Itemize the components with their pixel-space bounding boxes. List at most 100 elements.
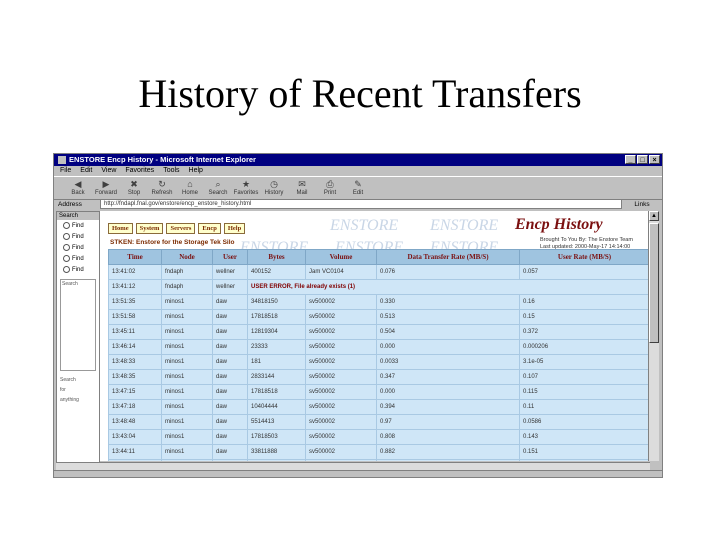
cell-volume: sv500002 [305, 324, 377, 340]
table-row: 13:51:58 minos1 daw 17818518 sv500002 0.513 0.… [108, 309, 650, 325]
cell-user: wellner [212, 264, 248, 280]
cell-user-rate: 0.107 [519, 369, 650, 385]
cell-data-rate: 0.0033 [376, 354, 520, 370]
cell-data-rate: 0.394 [376, 399, 520, 415]
search-pane: Search Find Find Find Find Find Search S… [56, 211, 100, 463]
search-option[interactable]: Find [57, 264, 99, 275]
cell-volume: sv500002 [305, 429, 377, 445]
cell-time: 13:43:04 [108, 429, 162, 445]
window-titlebar: ENSTORE Encp History - Microsoft Interne… [54, 154, 662, 166]
col-user: User [212, 249, 248, 265]
slide-title: History of Recent Transfers [138, 71, 582, 116]
menu-edit[interactable]: Edit [80, 166, 92, 176]
search-option[interactable]: Find [57, 231, 99, 242]
nav-system[interactable]: System [135, 223, 164, 234]
cell-time: 13:41:12 [108, 279, 162, 295]
menu-tools[interactable]: Tools [163, 166, 179, 176]
back-button[interactable]: ◀ Back [64, 177, 92, 199]
home-button[interactable]: ⌂ Home [176, 177, 204, 199]
nav-home[interactable]: Home [108, 223, 133, 234]
close-icon[interactable]: × [649, 155, 660, 164]
cell-node: minos1 [161, 294, 213, 310]
col-time: Time [108, 249, 162, 265]
cell-volume: sv500002 [305, 339, 377, 355]
history-table: Time Node User Bytes Volume Data Transfe… [108, 249, 650, 461]
cell-node: minos1 [161, 369, 213, 385]
cell-volume: sv500002 [305, 384, 377, 400]
search-option[interactable]: Find [57, 253, 99, 264]
cell-user: daw [212, 384, 248, 400]
cell-node: minos1 [161, 339, 213, 355]
cell-user-rate: 3.1e-05 [519, 354, 650, 370]
stop-button[interactable]: ✖ Stop [120, 177, 148, 199]
search-button[interactable]: ⌕ Search [204, 177, 232, 199]
cell-time: 13:47:15 [108, 384, 162, 400]
menu-help[interactable]: Help [189, 166, 203, 176]
table-body: 13:41:02 fndaph wellner 400152 Jam VC0104 0.0… [108, 264, 650, 461]
links-button[interactable]: Links [622, 201, 662, 208]
nav-servers[interactable]: Servers [166, 223, 196, 234]
cell-user: daw [212, 294, 248, 310]
search-pane-header: Search [57, 212, 99, 220]
cell-data-rate: 0.808 [376, 429, 520, 445]
cell-time: 13:41:02 [108, 264, 162, 280]
history-button[interactable]: ◷ History [260, 177, 288, 199]
enstore-watermark: ENSTORE [330, 217, 399, 234]
search-option[interactable]: Find [57, 242, 99, 253]
scroll-thumb[interactable] [649, 223, 659, 343]
maximize-icon[interactable]: □ [637, 155, 648, 164]
cell-bytes: 17811399 [247, 459, 306, 461]
cell-data-rate: 0.0.0 [376, 459, 520, 461]
scroll-up-icon[interactable]: ▲ [649, 211, 659, 221]
back-icon: ◀ [74, 178, 82, 189]
refresh-button[interactable]: ↻ Refresh [148, 177, 176, 199]
forward-button[interactable]: ▶ Forward [92, 177, 120, 199]
mail-button[interactable]: ✉ Mail [288, 177, 316, 199]
print-button[interactable]: ⎙ Print [316, 177, 344, 199]
menu-file[interactable]: File [60, 166, 71, 176]
cell-user-rate: 0.0586 [519, 414, 650, 430]
cell-user: daw [212, 324, 248, 340]
cell-bytes: 23333 [247, 339, 306, 355]
nav-help[interactable]: Help [223, 223, 246, 234]
favorites-button[interactable]: ★ Favorites [232, 177, 260, 199]
col-data-rate: Data Transfer Rate (MB/S) [376, 249, 520, 265]
menu-favorites[interactable]: Favorites [125, 166, 154, 176]
cell-user: daw [212, 459, 248, 461]
cell-user-rate: 0.143 [519, 429, 650, 445]
cell-volume: sv500002 [305, 294, 377, 310]
edit-icon: ✎ [354, 178, 362, 189]
cell-user: daw [212, 444, 248, 460]
cell-time: 13:46:14 [108, 339, 162, 355]
radio-icon [63, 222, 70, 229]
radio-icon [63, 255, 70, 262]
mail-icon: ✉ [298, 178, 306, 189]
address-input[interactable]: http://fndapl.fnal.gov/enstore/encp_enst… [100, 199, 622, 209]
cell-user: daw [212, 369, 248, 385]
minimize-icon[interactable]: _ [625, 155, 636, 164]
cell-user: daw [212, 354, 248, 370]
page-heading: Encp History [515, 216, 603, 233]
search-option[interactable]: Find [57, 220, 99, 231]
search-box[interactable]: Search [60, 279, 96, 371]
table-row: 13:41:02 fndaph wellner 400152 Jam VC0104 0.0… [108, 264, 650, 280]
cell-bytes: 400152 [247, 264, 306, 280]
page-nav: Home System Servers Encp Help [108, 223, 246, 234]
page-subtitle: STKEN: Enstore for the Storage Tek Silo [110, 239, 235, 246]
cell-node: minos1 [161, 414, 213, 430]
cell-data-rate: 0.000 [376, 384, 520, 400]
col-user-rate: User Rate (MB/S) [519, 249, 650, 265]
enstore-watermark: ENSTORE [430, 217, 499, 234]
cell-time: 13:44:11 [108, 444, 162, 460]
vertical-scrollbar[interactable]: ▲ [648, 211, 659, 461]
menu-view[interactable]: View [101, 166, 116, 176]
nav-encp[interactable]: Encp [198, 223, 221, 234]
cell-user-rate: 0.115 [519, 384, 650, 400]
edit-button[interactable]: ✎ Edit [344, 177, 372, 199]
address-label: Address [58, 200, 82, 208]
table-row: 13:51:35 minos1 daw 34818150 sv500002 0.330 0.… [108, 294, 650, 310]
history-icon: ◷ [270, 178, 278, 189]
radio-icon [63, 266, 70, 273]
cell-bytes: 17818518 [247, 309, 306, 325]
cell-user-rate: 0.120 [519, 459, 650, 461]
